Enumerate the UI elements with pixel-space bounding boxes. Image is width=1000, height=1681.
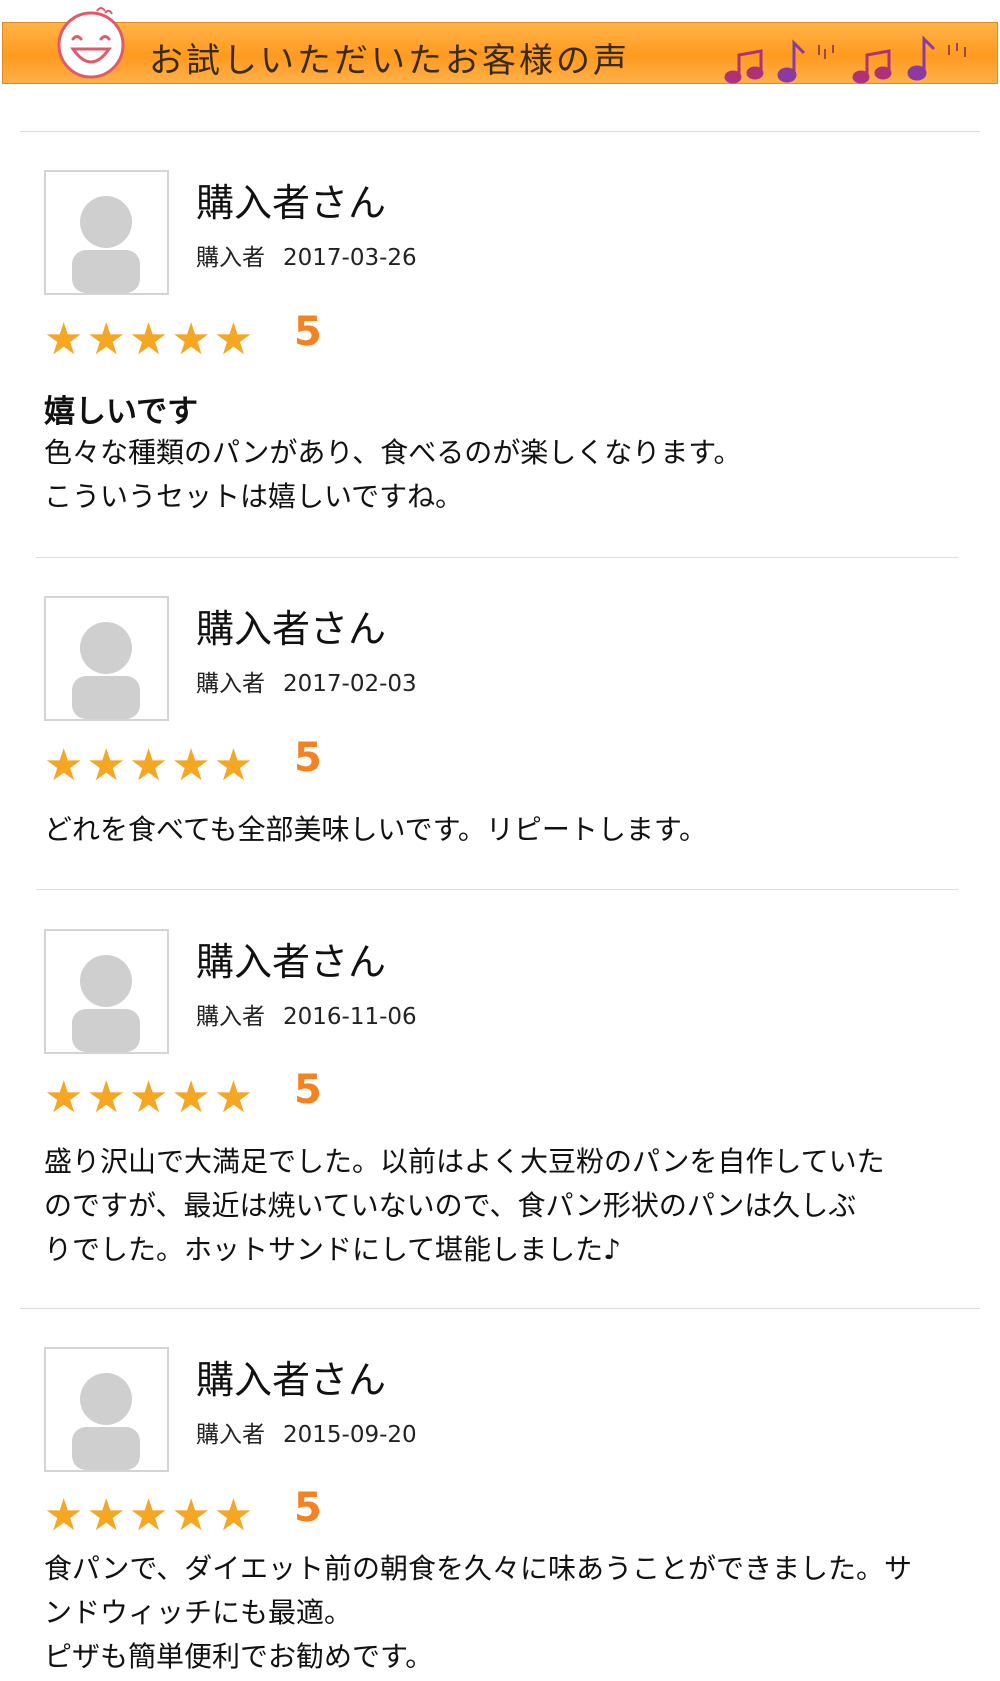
reviewer-role: 購入者 <box>196 671 265 697</box>
banner-title: お試しいただいたお客様の声 <box>149 41 630 81</box>
smiley-face-icon <box>53 5 129 81</box>
review-date: 2015-09-20 <box>283 1422 417 1448</box>
review-line: こういうセットは嬉しいですね。 <box>44 480 464 513</box>
reviewer-role: 購入者 <box>196 245 265 271</box>
divider <box>20 1308 980 1309</box>
divider <box>36 557 958 558</box>
avatar <box>44 929 169 1054</box>
star-rating-icon: ★★★★★ <box>44 740 257 791</box>
reviewer-role: 購入者 <box>196 1422 265 1448</box>
review-meta: 購入者 2017-02-03 <box>196 664 417 698</box>
star-rating-icon: ★★★★★ <box>44 314 257 365</box>
avatar <box>44 1347 169 1472</box>
rating-score: 5 <box>294 1067 322 1113</box>
review-line: ンドウィッチにも最適。 <box>44 1596 353 1629</box>
review-body: 盛り沢山で大満足でした。以前はよく大豆粉のパンを自作していた のですが、最近は焼… <box>44 1140 964 1272</box>
review-meta: 購入者 2015-09-20 <box>196 1415 417 1449</box>
review-line: ピザも簡単便利でお勧めです。 <box>44 1640 434 1673</box>
review-line: 色々な種類のパンがあり、食べるのが楽しくなります。 <box>44 436 742 469</box>
reviews-banner: お試しいただいたお客様の声 <box>2 7 998 85</box>
divider <box>20 131 980 132</box>
review-body: 食パンで、ダイエット前の朝食を久々に味あうことができました。サ ンドウィッチにも… <box>44 1547 964 1679</box>
reviewer-name: 購入者さん <box>196 1358 387 1402</box>
divider <box>36 889 958 890</box>
reviewer-name: 購入者さん <box>196 940 387 984</box>
star-rating-icon: ★★★★★ <box>44 1072 257 1123</box>
reviewer-name: 購入者さん <box>196 181 387 225</box>
avatar <box>44 170 169 295</box>
reviewer-name: 購入者さん <box>196 607 387 651</box>
review-line: 食パンで、ダイエット前の朝食を久々に味あうことができました。サ <box>44 1552 913 1585</box>
reviewer-role: 購入者 <box>196 1004 265 1030</box>
review-meta: 購入者 2016-11-06 <box>196 997 417 1031</box>
rating-score: 5 <box>294 1485 322 1531</box>
rating-score: 5 <box>294 309 322 355</box>
review-line: りでした。ホットサンドにして堪能しました♪ <box>44 1233 622 1266</box>
rating-score: 5 <box>294 735 322 781</box>
avatar <box>44 596 169 721</box>
review-body: 色々な種類のパンがあり、食べるのが楽しくなります。 こういうセットは嬉しいですね… <box>44 431 964 519</box>
review-body: どれを食べても全部美味しいです。リピートします。 <box>44 808 964 852</box>
music-notes-icon <box>721 33 991 85</box>
review-line: どれを食べても全部美味しいです。リピートします。 <box>44 813 708 846</box>
star-rating-icon: ★★★★★ <box>44 1490 257 1541</box>
review-title: 嬉しいです <box>44 394 199 430</box>
review-line: のですが、最近は焼いていないので、食パン形状のパンは久しぶ <box>44 1189 857 1222</box>
review-line: 盛り沢山で大満足でした。以前はよく大豆粉のパンを自作していた <box>44 1145 885 1178</box>
review-date: 2017-03-26 <box>283 245 417 271</box>
review-meta: 購入者 2017-03-26 <box>196 238 417 272</box>
review-date: 2016-11-06 <box>283 1004 417 1030</box>
review-date: 2017-02-03 <box>283 671 417 697</box>
